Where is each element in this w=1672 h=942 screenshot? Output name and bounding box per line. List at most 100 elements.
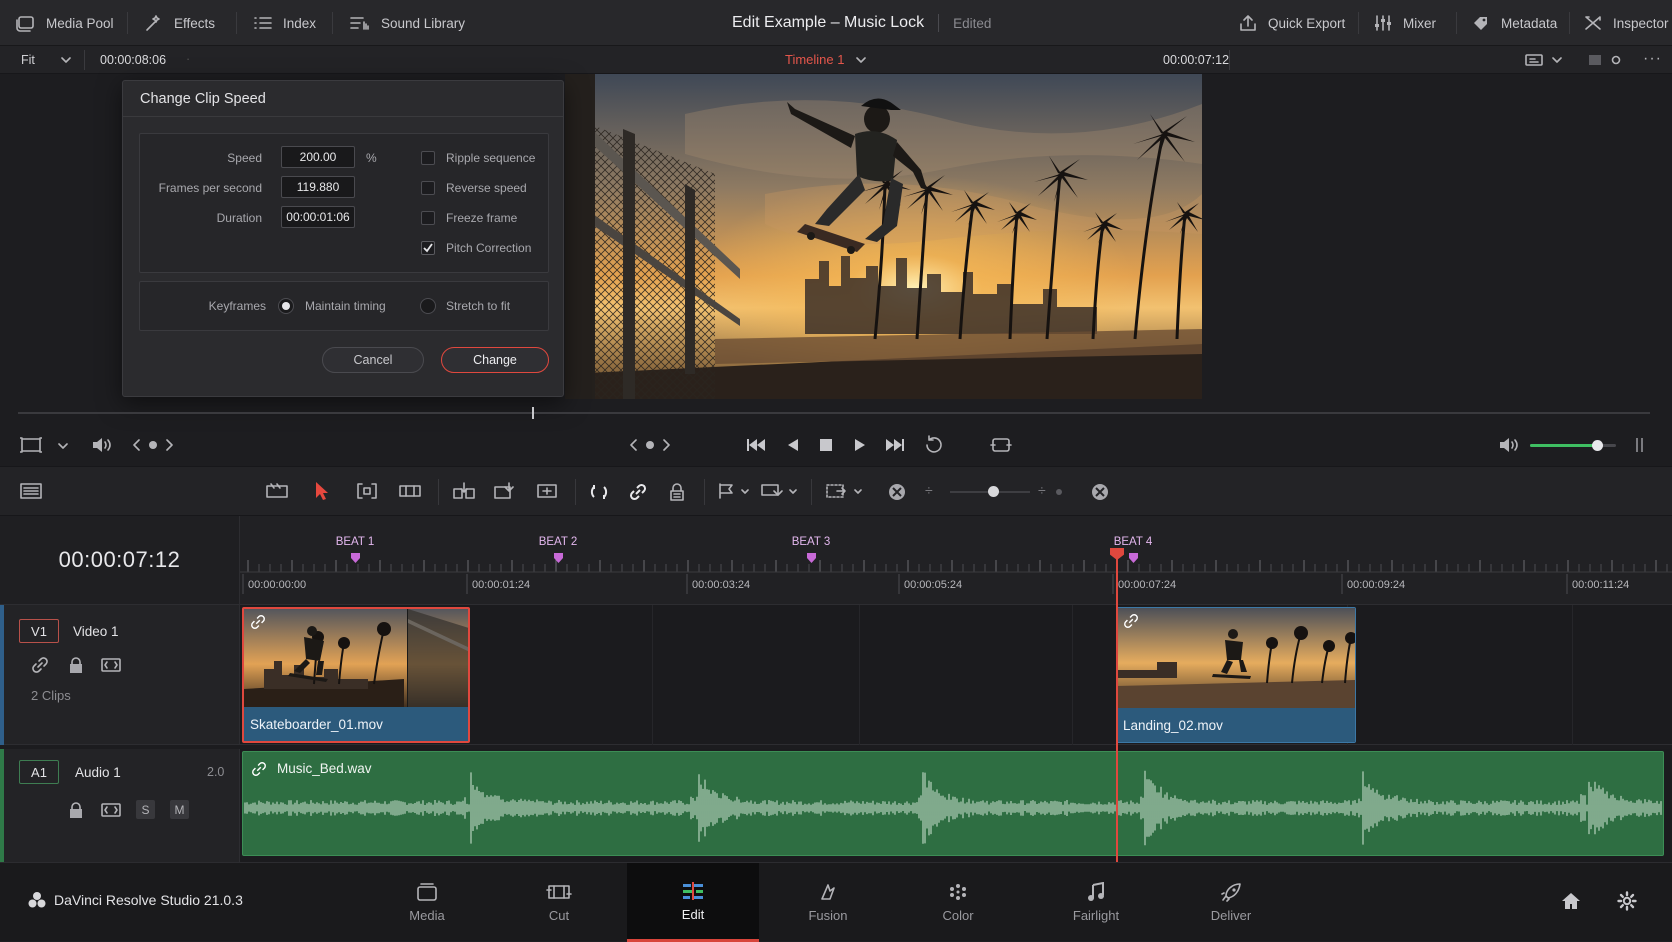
mixer-button[interactable]: Mixer [1373,0,1436,46]
monitor-output-icon[interactable] [1525,53,1543,67]
play-icon[interactable] [852,436,868,454]
viewer-mode-icon[interactable] [1588,54,1602,66]
page-fairlight[interactable]: Fairlight [1030,863,1162,942]
auto-select-icon[interactable] [100,657,122,673]
page-edit[interactable]: Edit [627,863,759,942]
marker-icon[interactable] [760,482,784,500]
metadata-button[interactable]: Metadata [1471,0,1557,46]
sound-library-button[interactable]: Sound Library [349,0,465,46]
duration-input[interactable]: 00:00:01:06 [281,206,355,228]
go-to-end-icon[interactable] [884,436,906,454]
chevron-down-icon[interactable] [1552,57,1562,63]
zoom-in-icon[interactable]: ÷ [1038,482,1046,498]
page-cut[interactable]: Cut [493,863,625,942]
lock-icon[interactable] [68,801,84,819]
beat-marker-label[interactable]: BEAT 2 [539,536,578,548]
audio-track-name[interactable]: Audio 1 [75,765,121,780]
volume-level [1530,444,1598,447]
zoom-out-icon[interactable]: ÷ [925,482,933,498]
chevron-down-icon[interactable] [854,489,862,494]
beat-marker-label[interactable]: BEAT 3 [792,536,831,548]
audio-clip-music-bed[interactable]: Music_Bed.wav [242,751,1664,856]
solo-button[interactable]: S [136,800,155,819]
chevron-down-icon[interactable] [741,489,749,494]
more-options-icon[interactable]: ··· [1643,50,1662,68]
audio-meter-icon[interactable] [1635,436,1645,454]
quick-export-label: Quick Export [1268,15,1346,31]
lock-icon[interactable] [68,656,84,674]
beat-marker-label[interactable]: BEAT 4 [1114,536,1153,548]
zoom-to-fit-icon[interactable] [887,482,907,502]
quick-export-button[interactable]: Quick Export [1238,0,1345,46]
jump-marker-controls-icon[interactable] [630,438,670,452]
edit-mode-icon[interactable] [265,482,289,500]
match-frame-icon[interactable] [990,436,1012,454]
clip-skateboarder[interactable]: Skateboarder_01.mov [242,607,470,743]
change-button[interactable]: Change [441,347,549,373]
chevron-down-icon[interactable] [58,443,68,449]
freeze-frame-checkbox[interactable] [421,211,435,225]
volume-icon[interactable] [1498,436,1520,454]
selection-tool-icon[interactable] [313,480,331,502]
zoom-mode-icon[interactable] [825,482,849,500]
beat-marker-label[interactable]: BEAT 1 [336,536,375,548]
page-deliver[interactable]: Deliver [1165,863,1297,942]
link-icon[interactable] [31,656,49,674]
play-reverse-icon[interactable] [785,436,801,454]
maintain-timing-radio[interactable] [278,298,294,314]
scrubber-handle[interactable] [532,407,534,419]
home-icon[interactable] [1560,891,1582,911]
stretch-to-fit-radio[interactable] [420,298,436,314]
ripple-sequence-checkbox[interactable] [421,151,435,165]
viewer-scrubber[interactable] [18,412,1650,414]
linked-selection-icon[interactable] [628,482,648,502]
reverse-speed-checkbox[interactable] [421,181,435,195]
dynamic-trim-icon[interactable] [398,482,422,500]
pitch-correction-checkbox[interactable] [421,241,435,255]
index-button[interactable]: Index [253,0,316,46]
zoom-slider-knob[interactable] [988,486,999,497]
page-fusion[interactable]: Fusion [762,863,894,942]
stop-icon[interactable] [818,437,834,453]
jump-clip-controls-icon[interactable] [133,438,173,452]
inspector-button[interactable]: Inspector [1583,0,1669,46]
cancel-button[interactable]: Cancel [322,347,424,373]
settings-gear-icon[interactable] [1617,891,1637,911]
speed-input[interactable]: 200.00 [281,146,355,168]
audio-track-lane[interactable]: Music_Bed.wav [240,749,1672,862]
media-pool-button[interactable]: Media Pool [16,0,114,46]
insert-clip-icon[interactable] [452,482,476,500]
page-media[interactable]: Media [361,863,493,942]
effects-button[interactable]: Effects [144,0,215,46]
loop-icon[interactable] [923,435,945,455]
a1-badge[interactable]: A1 [19,760,59,784]
playhead-line[interactable] [1116,556,1118,862]
video-track-name[interactable]: Video 1 [73,624,119,639]
replace-clip-icon[interactable] [535,482,559,500]
clip-landing[interactable]: Landing_02.mov [1116,607,1356,743]
zoom-reset-icon[interactable] [1090,482,1110,502]
volume-slider[interactable] [1530,440,1616,451]
mute-button[interactable]: M [170,800,189,819]
volume-knob[interactable] [1592,440,1604,451]
safe-area-icon[interactable] [20,437,42,453]
timeline-ruler[interactable]: BEAT 1 BEAT 2 BEAT 3 BEAT 4 00:00:00:00 00:0… [240,516,1672,605]
timeline-zoom-slider[interactable] [950,486,1030,497]
timeline-view-options-icon[interactable] [19,482,43,500]
position-lock-icon[interactable] [667,482,687,502]
timeline-selector[interactable]: Timeline 1 [785,52,867,67]
fps-input[interactable]: 119.880 [281,176,355,198]
go-to-start-icon[interactable] [745,436,767,454]
snapping-icon[interactable] [589,482,609,502]
auto-select-icon[interactable] [100,802,122,818]
overwrite-clip-icon[interactable] [492,482,516,500]
page-color[interactable]: Color [892,863,1024,942]
zoom-dropdown[interactable]: Fit [21,53,71,67]
video-track-lane[interactable]: Skateboarder_01.mov Landing_02.mov [240,605,1672,745]
v1-badge[interactable]: V1 [19,619,59,643]
viewer-option-icon[interactable] [1611,55,1621,65]
speaker-icon[interactable] [91,436,113,454]
chevron-down-icon[interactable] [789,489,797,494]
trim-edit-icon[interactable] [355,482,379,500]
flag-icon[interactable] [717,482,739,500]
